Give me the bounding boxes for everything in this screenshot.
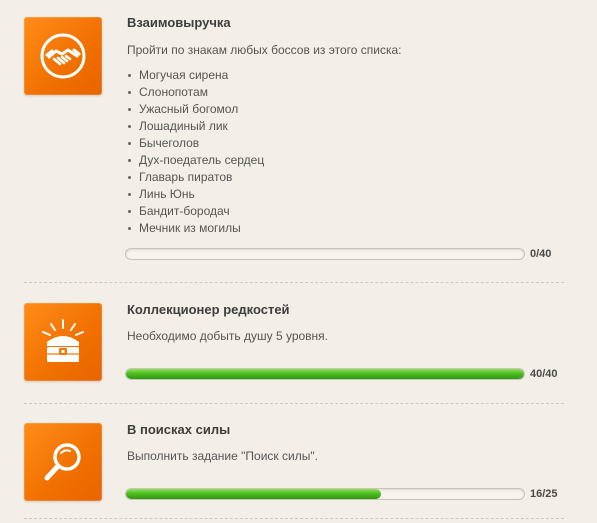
- list-item: Бычеголов: [127, 135, 264, 152]
- progress-text: 0/40: [530, 248, 552, 260]
- progress-bar: [125, 368, 525, 380]
- list-item: Лошадиный лик: [127, 118, 264, 135]
- progress-text: 16/25: [530, 488, 558, 500]
- progress-bar: [125, 488, 525, 500]
- divider: [24, 518, 564, 519]
- boss-list: Могучая сирена Слонопотам Ужасный богомо…: [127, 67, 264, 237]
- progress-text: 40/40: [530, 368, 558, 380]
- magnifier-icon: [24, 423, 102, 501]
- list-item: Ужасный богомол: [127, 101, 264, 118]
- divider: [24, 282, 564, 283]
- achievement-description: Необходимо добыть душу 5 уровня.: [127, 329, 328, 343]
- achievement-title: Коллекционер редкостей: [127, 302, 290, 317]
- treasure-chest-icon: [24, 303, 102, 381]
- achievement-title: В поисках силы: [127, 422, 231, 437]
- handshake-icon: [24, 17, 102, 95]
- progress-bar-fill: [126, 369, 524, 379]
- list-item: Бандит-бородач: [127, 203, 264, 220]
- achievement-description: Пройти по знакам любых боссов из этого с…: [127, 43, 402, 57]
- list-item: Линь Юнь: [127, 186, 264, 203]
- list-item: Могучая сирена: [127, 67, 264, 84]
- divider: [24, 403, 564, 404]
- achievement-description: Выполнить задание "Поиск силы".: [127, 449, 318, 463]
- list-item: Дух-поедатель сердец: [127, 152, 264, 169]
- list-item: Главарь пиратов: [127, 169, 264, 186]
- progress-bar: [125, 248, 525, 260]
- achievement-title: Взаимовыручка: [127, 15, 231, 30]
- list-item: Мечник из могилы: [127, 220, 264, 237]
- list-item: Слонопотам: [127, 84, 264, 101]
- progress-bar-fill: [126, 489, 381, 499]
